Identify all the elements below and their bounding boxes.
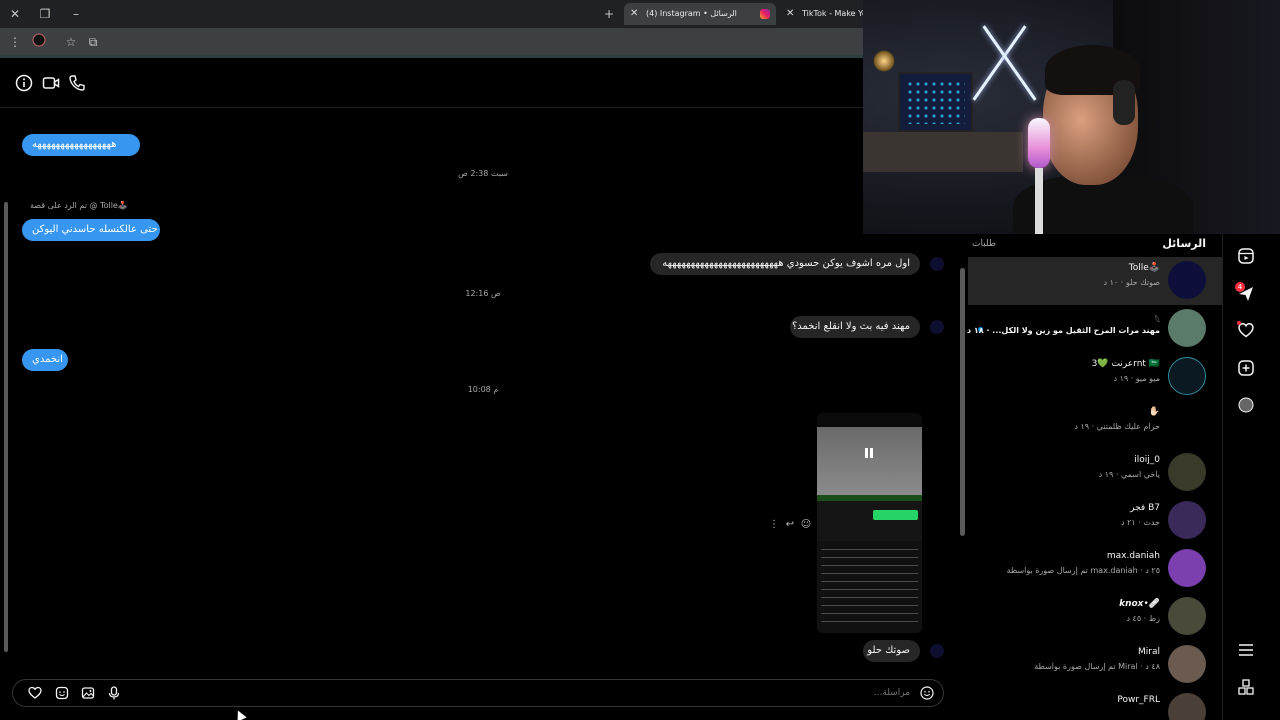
avatar — [1168, 309, 1206, 347]
avatar — [1168, 405, 1206, 443]
message-incoming[interactable]: انخمدي — [22, 349, 68, 371]
conversation-name: 𓆩 — [1154, 316, 1160, 326]
conversation-preview: ميو ميو · ١٩ د — [1113, 374, 1160, 383]
avatar — [1168, 261, 1206, 299]
message-outgoing[interactable]: مهند فيه بث ولا انقلع انخمد؟ — [790, 316, 920, 338]
bookmark-star-icon[interactable]: ☆ — [62, 33, 80, 51]
avatar — [1168, 693, 1206, 720]
inbox-scrollbar[interactable] — [958, 260, 966, 715]
inbox-title: الرسائل — [1162, 237, 1206, 250]
message-input[interactable] — [800, 686, 910, 700]
conversation-name: ✋🏻 — [1148, 407, 1160, 417]
tab-title: (4) Instagram • الرسائل — [646, 9, 737, 18]
emoji-icon[interactable] — [920, 686, 934, 700]
conversation-preview: تم إرسال صورة بواسطة max.daniah · ٢٥ د — [1006, 566, 1160, 575]
pause-icon — [865, 448, 873, 458]
sticker-icon[interactable] — [55, 686, 69, 700]
conversation-name: iloij_0 — [1134, 455, 1160, 465]
more-options-icon[interactable]: ⋮ — [768, 519, 780, 531]
conversation-name: Tolle🕹️ — [1128, 263, 1160, 273]
extension-icon[interactable] — [30, 33, 48, 51]
header-divider — [0, 107, 955, 108]
reply-icon[interactable]: ↩ — [784, 519, 796, 531]
instagram-favicon-icon — [760, 9, 770, 19]
requests-link[interactable]: طلبات — [972, 239, 996, 249]
avatar — [1168, 597, 1206, 635]
conversation-preview: زط · ٤٥ د — [1126, 614, 1160, 623]
conversation-item[interactable]: Miral تم إرسال صورة بواسطة Miral · ٤٨ د — [968, 641, 1222, 689]
avatar — [1168, 501, 1206, 539]
conversation-item[interactable]: Tolle🕹️ صوتك حلو · ١٠ د — [968, 257, 1222, 305]
conversation-preview: صوتك حلو · ١٠ د — [1103, 278, 1161, 287]
webcam-overlay — [863, 0, 1280, 234]
message-incoming[interactable]: هههههههههههههههههه — [22, 134, 140, 156]
story-reply-note: تم الرد على قصة @ Tolle🕹️ — [30, 201, 128, 210]
window-restore-icon[interactable]: ❐ — [36, 5, 54, 23]
tab-instagram[interactable]: ✕ (4) Instagram • الرسائل — [624, 3, 776, 25]
avatar — [930, 644, 944, 658]
profile-avatar-icon[interactable] — [1237, 396, 1255, 414]
tab-close-icon[interactable]: ✕ — [630, 3, 638, 25]
window-minimize-icon[interactable]: – — [67, 5, 85, 23]
phone-icon[interactable] — [68, 74, 86, 92]
info-icon[interactable] — [15, 74, 33, 92]
tab-close-icon[interactable]: ✕ — [786, 3, 794, 25]
install-app-icon[interactable]: ⧉ — [84, 33, 102, 51]
conversation-name: 𝙠𝙣𝙤𝙭•🩹 — [1119, 599, 1160, 609]
timestamp: 10:08 م — [467, 385, 499, 394]
shared-image-message[interactable] — [817, 413, 922, 633]
conversation-preview: حرام عليك ظلمتني · ١٩ د — [1074, 422, 1160, 431]
conversation-name: max.daniah — [1106, 551, 1160, 561]
conversation-item[interactable]: عرنت 💚3rnt 🇸🇦 ميو ميو · ١٩ د — [968, 353, 1222, 401]
conversation-preview: مهند مرات المزح الثقيل مو زين ولا الكل..… — [967, 326, 1160, 335]
avatar — [1168, 357, 1206, 395]
kebab-menu-icon[interactable]: ⋮ — [6, 33, 24, 51]
create-icon[interactable] — [1237, 359, 1255, 377]
conversation-item[interactable]: iloij_0 ياخي اسمي · ١٩ د — [968, 449, 1222, 497]
message-outgoing[interactable]: صوتك حلو — [863, 640, 920, 662]
image-icon[interactable] — [81, 686, 95, 700]
more-apps-icon[interactable] — [1237, 678, 1255, 696]
tab-title: TikTok - Make Yo — [802, 9, 863, 18]
video-call-icon[interactable] — [42, 74, 60, 92]
notification-badge: 4 — [1235, 282, 1245, 292]
avatar — [1168, 549, 1206, 587]
avatar — [1168, 645, 1206, 683]
conversation-name: Powr_FRL — [1117, 695, 1160, 705]
avatar — [930, 320, 944, 334]
heart-icon[interactable] — [28, 686, 42, 700]
reels-icon[interactable] — [1237, 247, 1255, 265]
new-tab-button[interactable]: + — [600, 5, 618, 23]
message-outgoing[interactable]: اول مره اشوف يوكن حسودي هههههههههههههههه… — [650, 253, 920, 275]
window-close-icon[interactable]: ✕ — [6, 5, 24, 23]
conversation-preview: حدث · ٢١ د — [1120, 518, 1160, 527]
message-incoming[interactable]: حتى عالكنسله حاسدني اليوكن — [22, 219, 160, 241]
timestamp: سبت 2:38 ص — [458, 169, 508, 178]
chat-scrollbar[interactable] — [3, 112, 9, 667]
conversation-item[interactable]: فجر B7 حدث · ٢١ د — [968, 497, 1222, 545]
conversation-item[interactable]: 𝙠𝙣𝙤𝙭•🩹 زط · ٤٥ د — [968, 593, 1222, 641]
notification-dot-icon — [1237, 321, 1241, 325]
conversation-name: عرنت 💚3rnt 🇸🇦 — [1091, 359, 1160, 369]
mouse-cursor — [233, 708, 247, 720]
avatar — [1168, 453, 1206, 491]
mic-icon[interactable] — [107, 686, 121, 700]
avatar — [930, 257, 944, 271]
conversation-item[interactable]: 𓆩 مهند مرات المزح الثقيل مو زين ولا الكل… — [967, 305, 1222, 353]
conversation-preview: ياخي اسمي · ١٩ د — [1098, 470, 1160, 479]
conversation-item[interactable]: max.daniah تم إرسال صورة بواسطة max.dani… — [968, 545, 1222, 593]
react-emoji-icon[interactable]: ☺ — [800, 519, 812, 531]
conversation-name: Miral — [1138, 647, 1160, 657]
conversation-preview: تم إرسال صورة بواسطة Miral · ٤٨ د — [1034, 662, 1160, 671]
timestamp: 12:16 ص — [465, 289, 501, 298]
conversation-item[interactable]: ✋🏻 حرام عليك ظلمتني · ١٩ د — [968, 401, 1222, 449]
conversation-name: فجر B7 — [1130, 503, 1160, 513]
menu-icon[interactable] — [1237, 641, 1255, 659]
tab-tiktok[interactable]: ✕ TikTok - Make Yo — [780, 3, 863, 25]
conversation-item[interactable]: Powr_FRL — [968, 689, 1222, 720]
